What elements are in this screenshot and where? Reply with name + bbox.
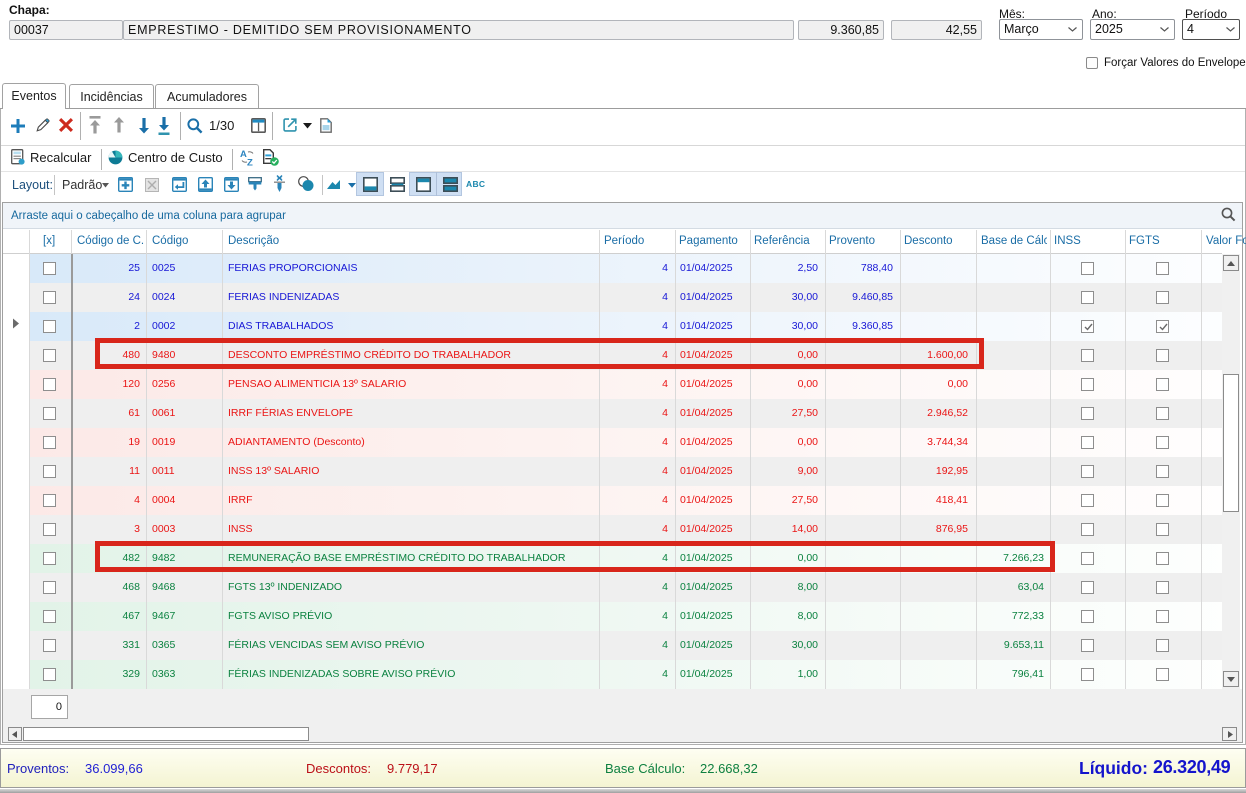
svg-text:Z: Z bbox=[247, 158, 253, 167]
svg-text:A: A bbox=[240, 149, 247, 160]
